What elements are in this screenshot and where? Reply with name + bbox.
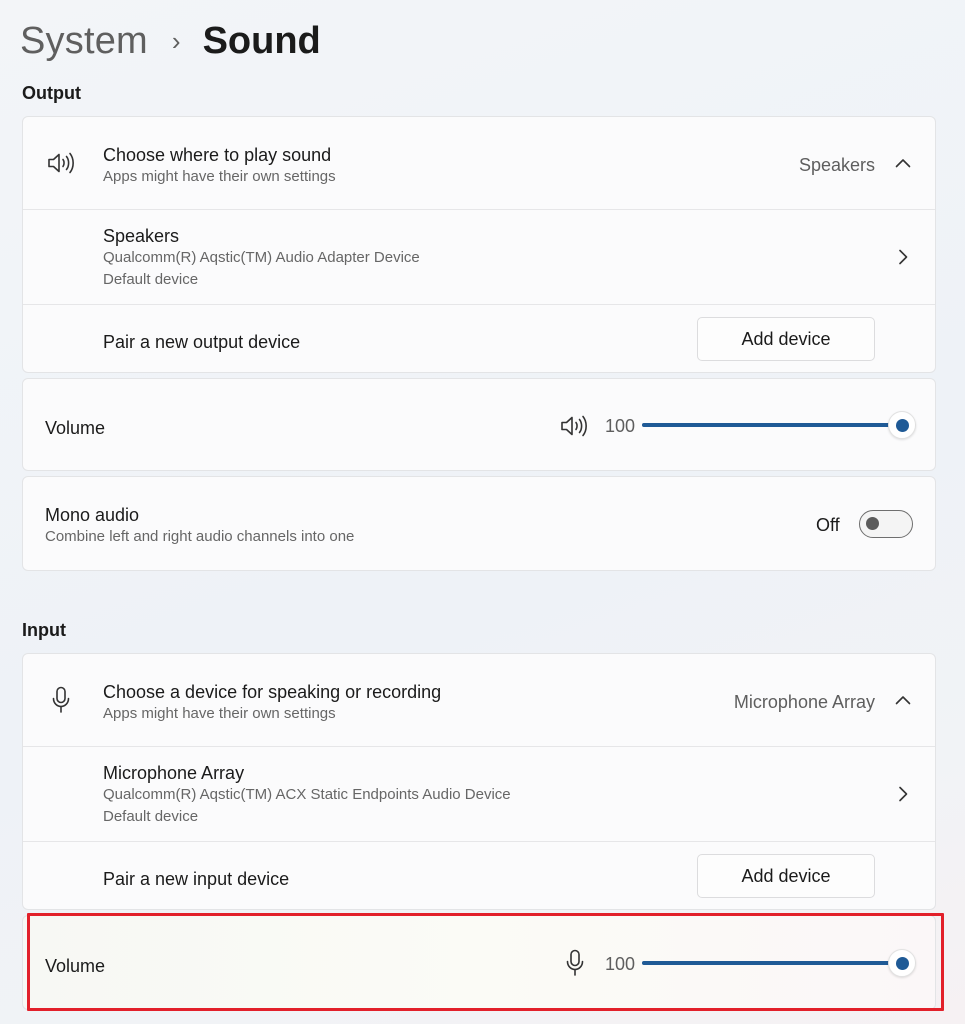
input-pair-row: Pair a new input device Add device [23, 841, 935, 911]
speaker-icon [45, 147, 77, 179]
input-volume-slider[interactable] [642, 949, 916, 979]
output-add-device-button[interactable]: Add device [697, 317, 875, 361]
chevron-right-icon[interactable] [893, 247, 913, 267]
output-volume-card: Volume 100 [22, 378, 936, 471]
output-volume-label: Volume [45, 418, 106, 438]
mono-audio-toggle[interactable] [859, 510, 913, 538]
input-choose-subtitle: Apps might have their own settings [103, 705, 336, 722]
input-volume-fill [642, 961, 902, 965]
output-volume-value: 100 [605, 416, 636, 436]
output-volume-slider[interactable] [642, 411, 916, 441]
output-selected-device: Speakers [798, 155, 875, 175]
output-device-text: Speakers Qualcomm(R) Aqstic(TM) Audio Ad… [103, 225, 420, 291]
output-choose-row[interactable]: Choose where to play sound Apps might ha… [23, 117, 935, 209]
input-choose-text: Choose a device for speaking or recordin… [103, 681, 441, 725]
output-device-detail: Qualcomm(R) Aqstic(TM) Audio Adapter Dev… [103, 249, 420, 266]
input-pair-label: Pair a new input device [103, 869, 290, 889]
output-volume-thumb[interactable] [888, 411, 916, 439]
chevron-right-icon[interactable] [893, 784, 913, 804]
output-choose-subtitle: Apps might have their own settings [103, 168, 336, 185]
output-device-status: Default device [103, 271, 199, 288]
output-pair-row: Pair a new output device Add device [23, 304, 935, 374]
input-volume-label: Volume [45, 956, 106, 976]
input-section-title: Input [22, 620, 66, 640]
output-pair-text: Pair a new output device [103, 331, 300, 353]
mono-audio-title: Mono audio [45, 505, 140, 525]
breadcrumb-separator-icon: › [171, 25, 181, 56]
output-device-name: Speakers [103, 226, 180, 246]
input-volume-thumb[interactable] [888, 949, 916, 977]
output-volume-fill [642, 423, 902, 427]
input-device-row[interactable]: Microphone Array Qualcomm(R) Aqstic(TM) … [23, 746, 935, 841]
mono-audio-text: Mono audio Combine left and right audio … [45, 504, 354, 548]
input-volume-card: Volume 100 [22, 915, 936, 1010]
input-add-device-button[interactable]: Add device [697, 854, 875, 898]
input-choose-row[interactable]: Choose a device for speaking or recordin… [23, 654, 935, 746]
output-choose-title: Choose where to play sound [103, 145, 332, 165]
input-pair-text: Pair a new input device [103, 868, 289, 890]
input-device-text: Microphone Array Qualcomm(R) Aqstic(TM) … [103, 762, 511, 828]
output-section-title: Output [22, 83, 81, 103]
microphone-icon [45, 684, 77, 716]
output-device-card: Choose where to play sound Apps might ha… [22, 116, 936, 373]
page-title: Sound [202, 19, 321, 62]
input-choose-title: Choose a device for speaking or recordin… [103, 682, 442, 702]
output-choose-text: Choose where to play sound Apps might ha… [103, 144, 336, 188]
chevron-up-icon[interactable] [893, 153, 913, 173]
input-device-status: Default device [103, 808, 199, 825]
mono-audio-subtitle: Combine left and right audio channels in… [45, 528, 355, 545]
chevron-up-icon[interactable] [893, 690, 913, 710]
output-device-row[interactable]: Speakers Qualcomm(R) Aqstic(TM) Audio Ad… [23, 209, 935, 304]
output-pair-label: Pair a new output device [103, 332, 301, 352]
breadcrumb: System › Sound [20, 16, 321, 66]
input-device-detail: Qualcomm(R) Aqstic(TM) ACX Static Endpoi… [103, 786, 511, 803]
speaker-icon[interactable] [558, 410, 590, 442]
mono-audio-state: Off [816, 515, 840, 535]
input-device-card: Choose a device for speaking or recordin… [22, 653, 936, 910]
toggle-knob [866, 517, 879, 530]
breadcrumb-system[interactable]: System [20, 20, 148, 63]
microphone-icon[interactable] [559, 947, 591, 979]
input-volume-text: Volume [45, 955, 105, 977]
mono-audio-card: Mono audio Combine left and right audio … [22, 476, 936, 571]
input-device-name: Microphone Array [103, 763, 245, 783]
input-selected-device: Microphone Array [733, 692, 875, 712]
input-volume-value: 100 [605, 954, 636, 974]
output-volume-text: Volume [45, 417, 105, 439]
